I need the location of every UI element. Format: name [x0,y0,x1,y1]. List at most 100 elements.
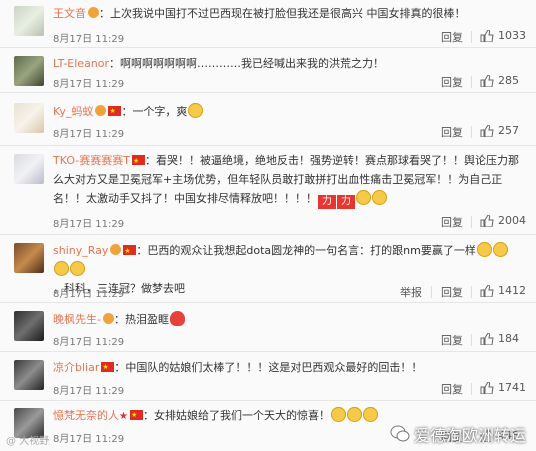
like-button[interactable]: 1741 [480,381,526,394]
star-icon: ★ [119,411,128,422]
watermark: 爱德淘欧洲转运 [390,422,526,446]
china-flag-icon [129,407,143,423]
thumbs-up-icon [480,214,494,227]
reply-button[interactable]: 回复 [441,332,463,348]
username[interactable]: Ky_蚂蚁 [53,105,93,118]
comment-body: 女排姑娘给了我们一个天大的惊喜！ [153,409,330,422]
power-sticker-icon: 力 [337,195,355,209]
avatar[interactable] [14,243,44,273]
reply-button[interactable]: 回复 [441,284,463,300]
comment-body: 上次我说中国打不过巴西现在被打脸但我还是很高兴 中国女排真的很棒！ [110,7,466,20]
watermark-text: 爱德淘欧洲转运 [413,426,526,445]
wechat-icon [390,425,410,442]
vip-badge-icon [110,244,122,255]
comment-text: Ky_蚂蚁：一个字，爽 [53,103,522,120]
cry-emoji-icon [330,407,346,422]
comment-body: 一个字，爽 [132,105,188,118]
laugh-emoji-icon [476,242,492,257]
reply-button[interactable]: 回复 [441,74,463,90]
comment-item: 凉介bliar：中国队的姑娘们太棒了！！！这是对巴西观众最好的回击！！ 8月17… [0,352,536,401]
like-count: 184 [498,332,519,345]
reply-button[interactable]: 回复 [441,29,463,45]
reply-button[interactable]: 回复 [441,214,463,230]
china-flag-icon [131,152,145,171]
username[interactable]: 王文音 [53,7,86,20]
timestamp: 8月17日 11:29 [53,219,125,230]
reply-button[interactable]: 回复 [441,124,463,140]
like-button[interactable]: 1412 [480,284,526,297]
avatar[interactable] [14,56,44,86]
cry-emoji-icon [362,407,378,422]
like-button[interactable]: 184 [480,332,519,345]
like-count: 257 [498,124,519,137]
like-count: 1412 [498,284,526,297]
comment-body: 啊啊啊啊啊啊啊…………我已经喊出来我的洪荒之力！ [120,57,385,70]
comment-text: 凉介bliar：中国队的姑娘们太棒了！！！这是对巴西观众最好的回击！！ [53,359,522,376]
timestamp: 8月17日 11:29 [53,337,125,348]
arm-emoji-icon [356,190,371,205]
thumbs-up-icon [480,381,494,394]
watermark-left: @ 大视野 [6,436,50,447]
timestamp: 8月17日 11:29 [53,34,125,45]
username[interactable]: TKO-赛赛赛赛T [53,154,130,167]
reply-button[interactable]: 回复 [441,381,463,397]
comment-body: 热泪盈眶 [124,313,169,326]
divider [471,76,472,88]
like-button[interactable]: 2004 [480,214,526,227]
divider [471,31,472,43]
username[interactable]: 凉介bliar [53,361,99,374]
laugh-emoji-icon [492,242,508,257]
username[interactable]: 憶梵无奈的人 [53,409,119,422]
vip-badge-icon [95,105,107,116]
avatar[interactable] [14,154,44,184]
timestamp: 8月17日 11:29 [53,434,125,445]
comment-item: LT-Eleanor：啊啊啊啊啊啊啊…………我已经喊出来我的洪荒之力！ 8月17… [0,48,536,93]
like-button[interactable]: 1033 [480,29,526,42]
divider [431,286,432,298]
arm-emoji-icon [372,190,387,205]
laugh-emoji-icon [70,261,85,276]
like-button[interactable]: 257 [480,124,519,137]
cool-face-emoji-icon [188,103,204,118]
username[interactable]: LT-Eleanor [53,57,109,70]
comment-item: Ky_蚂蚁：一个字，爽 8月17日 11:29 回复 257 [0,93,536,146]
thumbs-up-icon [480,284,494,297]
username[interactable]: 晚枫先生- [53,313,101,326]
comment-item: TKO-赛赛赛赛T：看哭！！被逼绝境，绝地反击！强势逆转！赛点那球看哭了！！舆论… [0,146,536,235]
like-count: 2004 [498,214,526,227]
divider [471,383,472,395]
comment-item: 王文音 ：上次我说中国打不过巴西现在被打脸但我还是很高兴 中国女排真的很棒！ 8月… [0,0,536,48]
comment-body: 中国队的姑娘们太棒了！！！这是对巴西观众最好的回击！！ [125,361,423,374]
like-button[interactable]: 285 [480,74,519,87]
username[interactable]: shiny_Ray [53,244,108,257]
laugh-emoji-icon [54,261,69,276]
divider [471,216,472,228]
timestamp: 8月17日 11:29 [53,289,125,300]
timestamp: 8月17日 11:29 [53,79,125,90]
divider [471,126,472,138]
comment-body: 巴西的观众让我想起dota圆龙神的一句名言：打的跟nm要赢了一样 [147,244,476,257]
comment-text: TKO-赛赛赛赛T：看哭！！被逼绝境，绝地反击！强势逆转！赛点那球看哭了！！舆论… [53,151,522,209]
thumbs-up-icon [480,29,494,42]
vip-badge-icon [102,313,114,324]
divider [471,334,472,346]
comment-text: 晚枫先生- ：热泪盈眶 [53,311,522,328]
avatar[interactable] [14,311,44,341]
timestamp: 8月17日 11:29 [53,386,125,397]
thumbs-up-icon [480,124,494,137]
divider [471,286,472,298]
china-flag-icon [108,103,122,119]
report-button[interactable]: 举报 [400,284,422,300]
avatar[interactable] [14,6,44,36]
like-count: 1033 [498,29,526,42]
avatar[interactable] [14,103,44,133]
thumbs-up-icon [480,74,494,87]
comment-item: shiny_Ray：巴西的观众让我想起dota圆龙神的一句名言：打的跟nm要赢了… [0,235,536,303]
china-flag-icon [101,359,115,375]
thumbs-up-icon [480,332,494,345]
avatar[interactable] [14,360,44,390]
heart-icon [169,311,185,326]
timestamp: 8月17日 11:29 [53,129,125,140]
china-flag-icon [123,242,137,261]
vip-badge-icon [88,7,99,18]
